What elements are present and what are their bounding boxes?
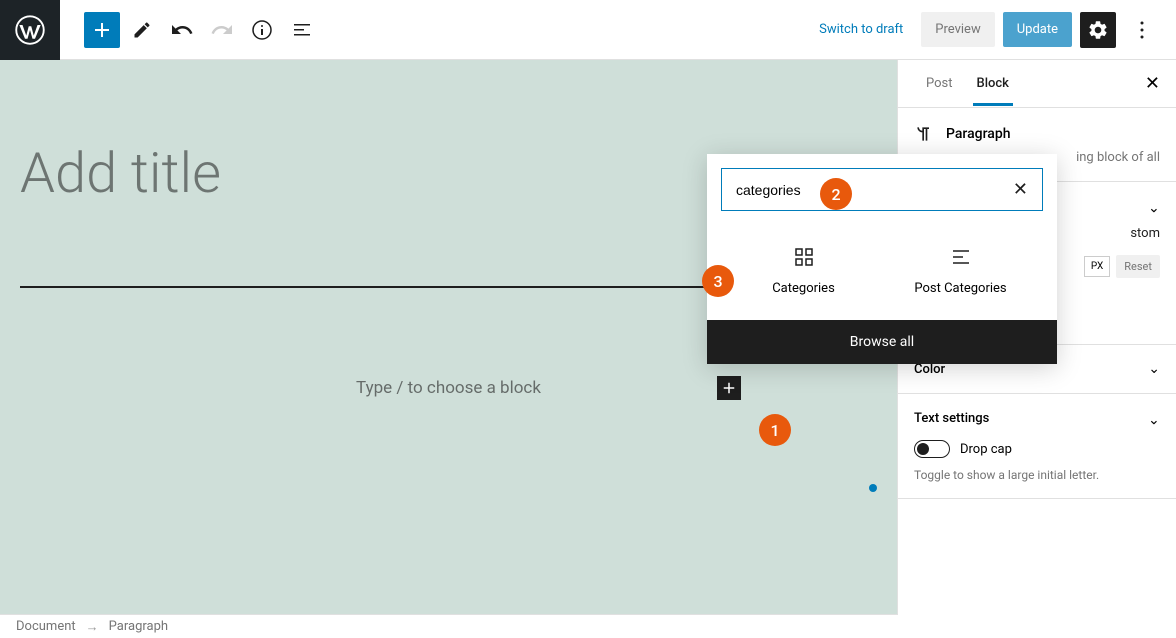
update-button[interactable]: Update	[1003, 12, 1072, 47]
size-custom-label: stom	[1130, 226, 1160, 241]
post-categories-icon	[949, 245, 973, 269]
text-settings-panel-toggle[interactable]: Text settings ⌃	[914, 410, 1160, 426]
tab-block[interactable]: Block	[965, 62, 1021, 105]
clear-search-button[interactable]: ✕	[1013, 179, 1028, 200]
annotation-marker-3: 3	[702, 265, 734, 297]
options-button[interactable]	[1124, 12, 1160, 48]
inline-add-block-button[interactable]	[717, 376, 741, 400]
tab-post[interactable]: Post	[914, 62, 965, 105]
empty-paragraph-block[interactable]: Type / to choose a block	[20, 378, 877, 398]
inserter-search-box[interactable]: ✕	[721, 168, 1043, 211]
grid-icon	[792, 245, 816, 269]
breadcrumb-root[interactable]: Document	[16, 619, 76, 634]
settings-button[interactable]	[1080, 12, 1116, 48]
inserter-result-label: Post Categories	[914, 281, 1006, 296]
font-size-reset-button[interactable]: Reset	[1116, 255, 1160, 278]
block-inserter-popover: ✕ Categories Post Categories Browse all	[707, 154, 1057, 364]
tools-button[interactable]	[124, 12, 160, 48]
drop-cap-help: Toggle to show a large initial letter.	[914, 468, 1160, 482]
annotation-marker-1: 1	[759, 414, 791, 446]
text-settings-title: Text settings	[914, 411, 989, 426]
resize-handle[interactable]	[869, 484, 877, 492]
preview-button[interactable]: Preview	[921, 12, 994, 47]
font-size-unit[interactable]: PX	[1084, 256, 1110, 277]
breadcrumb-separator: →	[86, 619, 99, 635]
breadcrumb-leaf[interactable]: Paragraph	[109, 619, 168, 634]
details-button[interactable]	[244, 12, 280, 48]
chevron-up-icon: ⌃	[1148, 410, 1160, 426]
switch-to-draft-button[interactable]: Switch to draft	[809, 16, 913, 43]
toggle-inserter-button[interactable]	[84, 12, 120, 48]
editor-toolbar: Switch to draft Preview Update	[0, 0, 1176, 60]
wordpress-logo[interactable]	[0, 0, 60, 60]
undo-button[interactable]	[164, 12, 200, 48]
block-prompt-text: Type / to choose a block	[356, 378, 541, 398]
inserter-result-label: Categories	[772, 281, 835, 296]
annotation-marker-2: 2	[820, 178, 852, 210]
outline-button[interactable]	[284, 12, 320, 48]
drop-cap-toggle[interactable]	[914, 440, 950, 458]
browse-all-button[interactable]: Browse all	[707, 320, 1057, 364]
block-breadcrumb: Document → Paragraph	[0, 614, 897, 638]
paragraph-icon	[914, 124, 934, 144]
inserter-result-categories[interactable]: Categories	[737, 245, 870, 296]
chevron-down-icon: ⌄	[1148, 361, 1160, 377]
drop-cap-label: Drop cap	[960, 442, 1012, 457]
block-name: Paragraph	[946, 126, 1011, 142]
close-sidebar-button[interactable]: ✕	[1145, 73, 1160, 94]
redo-button[interactable]	[204, 12, 240, 48]
inserter-result-post-categories[interactable]: Post Categories	[894, 245, 1027, 296]
inserter-search-input[interactable]	[736, 182, 1013, 198]
chevron-up-icon: ⌃	[1148, 198, 1160, 214]
